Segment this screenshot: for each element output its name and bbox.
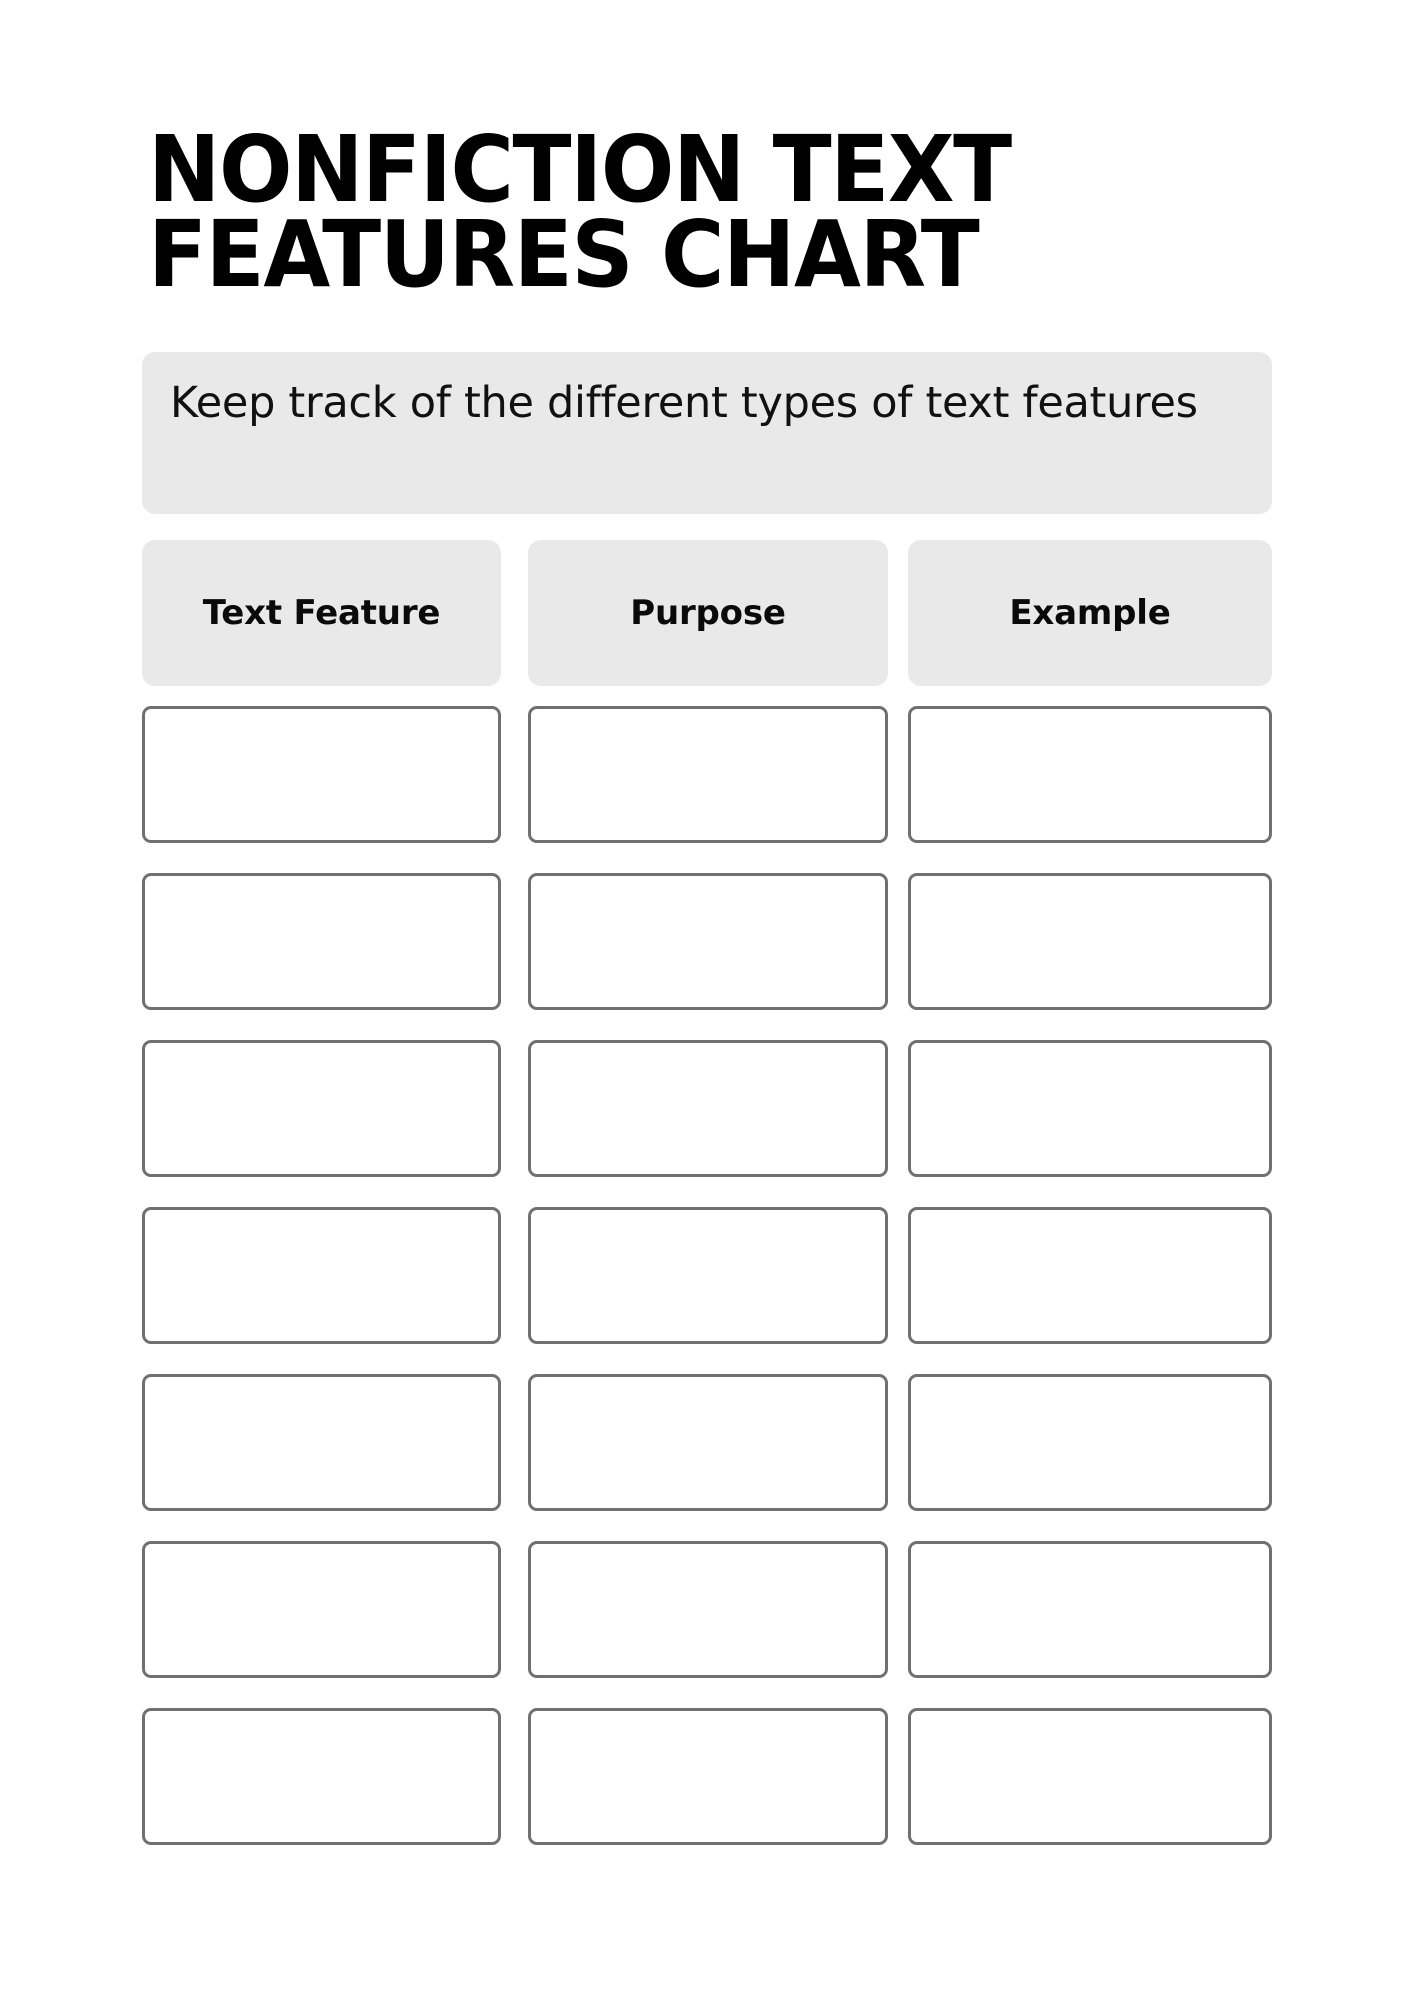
table-row [142, 873, 1272, 1010]
cell-example[interactable] [908, 1207, 1272, 1344]
cell-text-feature[interactable] [142, 1541, 501, 1678]
table-row [142, 1708, 1272, 1845]
column-header-text-feature: Text Feature [142, 540, 501, 686]
cell-example[interactable] [908, 1374, 1272, 1511]
instruction-panel: Keep track of the different types of tex… [142, 352, 1272, 514]
table-header-row: Text Feature Purpose Example [142, 540, 1272, 686]
cell-purpose[interactable] [528, 1040, 888, 1177]
table-row [142, 1541, 1272, 1678]
table-row [142, 1040, 1272, 1177]
table-row [142, 1374, 1272, 1511]
instruction-text: Keep track of the different types of tex… [170, 378, 1198, 428]
cell-example[interactable] [908, 706, 1272, 843]
cell-purpose[interactable] [528, 1207, 888, 1344]
cell-example[interactable] [908, 873, 1272, 1010]
cell-purpose[interactable] [528, 706, 888, 843]
page-title: NONFICTION TEXT FEATURES CHART [148, 124, 1268, 308]
column-header-example: Example [908, 540, 1272, 686]
cell-text-feature[interactable] [142, 1040, 501, 1177]
cell-purpose[interactable] [528, 1708, 888, 1845]
cell-example[interactable] [908, 1708, 1272, 1845]
column-header-label: Purpose [630, 593, 786, 633]
cell-purpose[interactable] [528, 1374, 888, 1511]
cell-text-feature[interactable] [142, 1374, 501, 1511]
cell-purpose[interactable] [528, 1541, 888, 1678]
worksheet-page: NONFICTION TEXT FEATURES CHART Keep trac… [0, 0, 1414, 2000]
table-row [142, 1207, 1272, 1344]
page-title-line-2: FEATURES CHART [148, 200, 980, 308]
cell-example[interactable] [908, 1040, 1272, 1177]
cell-text-feature[interactable] [142, 1708, 501, 1845]
cell-text-feature[interactable] [142, 873, 501, 1010]
cell-text-feature[interactable] [142, 1207, 501, 1344]
cell-example[interactable] [908, 1541, 1272, 1678]
cell-purpose[interactable] [528, 873, 888, 1010]
column-header-label: Text Feature [202, 593, 441, 633]
column-header-label: Example [1009, 593, 1171, 633]
cell-text-feature[interactable] [142, 706, 501, 843]
column-header-purpose: Purpose [528, 540, 888, 686]
table-row [142, 706, 1272, 843]
text-features-table: Text Feature Purpose Example [142, 540, 1272, 1875]
